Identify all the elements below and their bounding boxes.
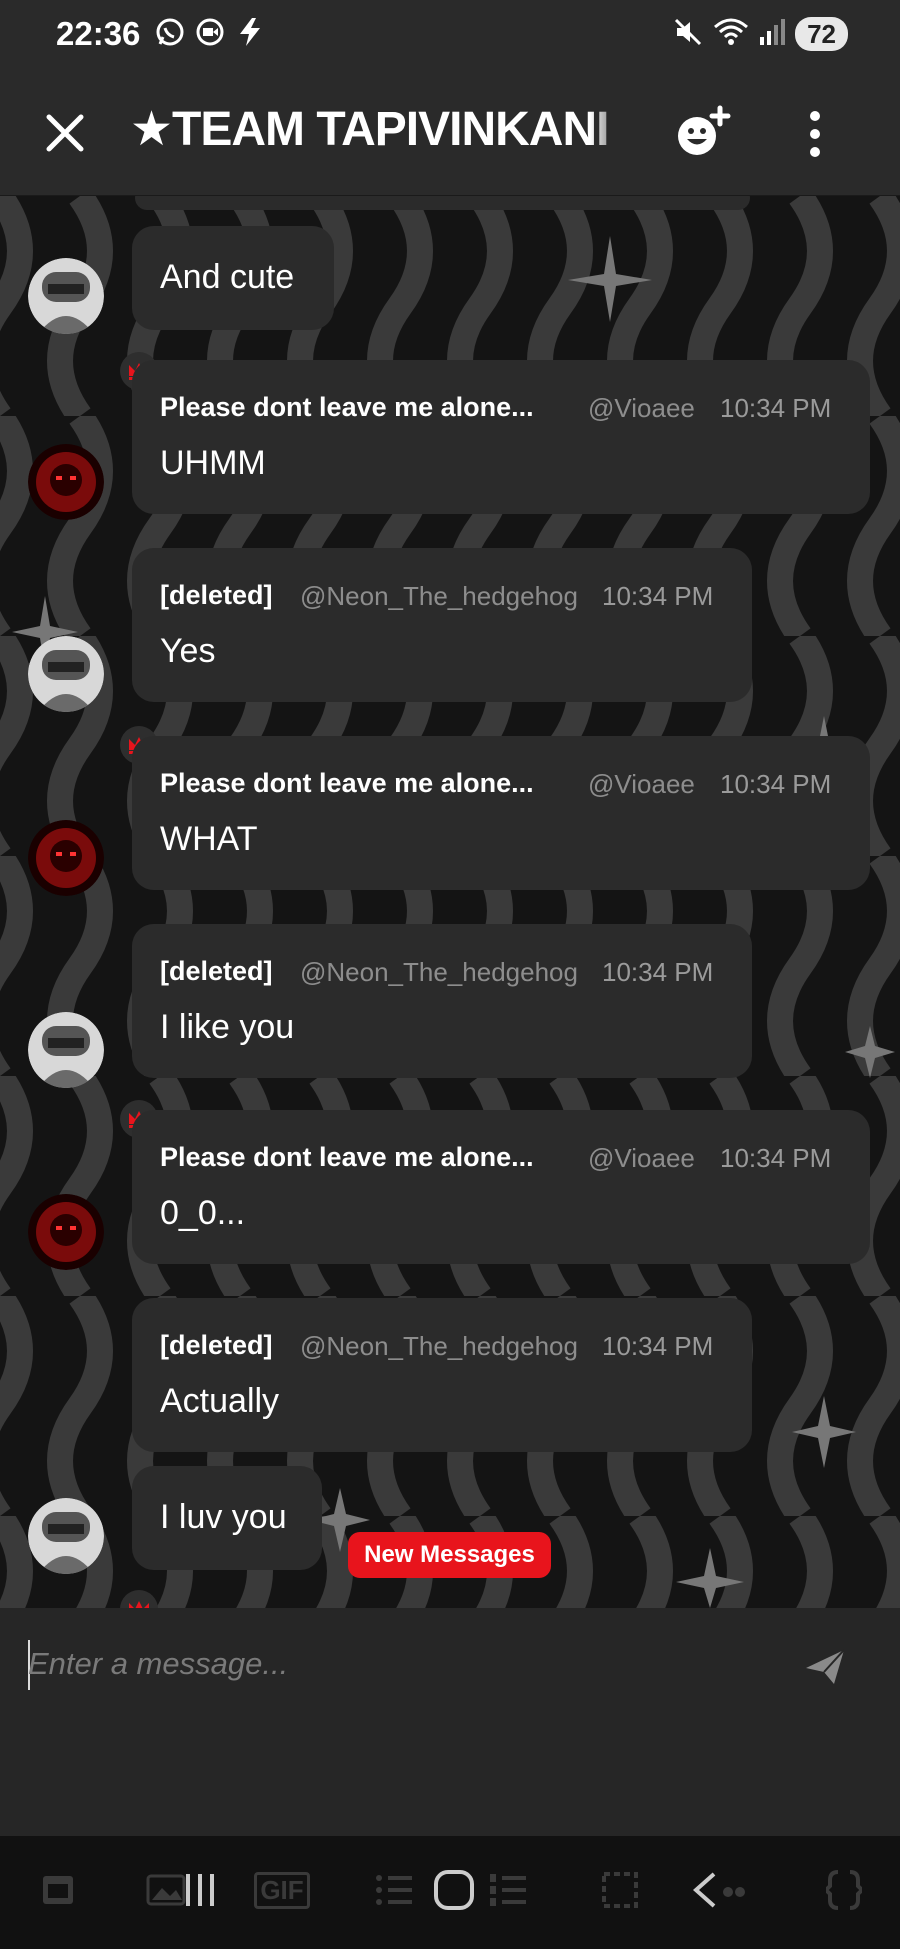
home-icon [434, 1870, 474, 1910]
chat-message-list[interactable]: And cute Please dont leave me alone... @… [0, 196, 900, 1608]
message-text: WHAT [160, 820, 258, 858]
code-block-button[interactable] [824, 1864, 864, 1916]
avatar[interactable] [28, 1012, 104, 1088]
whatsapp-icon [154, 16, 186, 53]
add-member-button[interactable] [672, 104, 732, 164]
message-bubble[interactable]: [deleted] @Neon_The_hedgehog 10:34 PM Ye… [132, 548, 752, 702]
message-author[interactable]: [deleted] [160, 580, 273, 611]
message-text: 0_0... [160, 1194, 246, 1232]
chat-title: ★TEAM TAPIVINKANI [130, 101, 630, 161]
message-author[interactable]: [deleted] [160, 1330, 273, 1361]
spoiler-icon [602, 1872, 638, 1908]
crown-badge [120, 1590, 158, 1608]
bullet-list-button[interactable] [372, 1864, 416, 1916]
chat-header: ★TEAM TAPIVINKANI [0, 68, 900, 196]
message-text: Actually [160, 1382, 280, 1420]
message-handle[interactable]: @Vioaee [588, 393, 694, 424]
message-author[interactable]: [deleted] [160, 956, 273, 987]
sticker-icon [43, 1876, 73, 1904]
message-bubble[interactable]: [deleted] @Neon_The_hedgehog 10:34 PM Ac… [132, 1298, 752, 1452]
send-icon [806, 1649, 845, 1684]
message-author[interactable]: Please dont leave me alone... [160, 392, 534, 423]
numbered-list-icon [490, 1874, 526, 1906]
message-handle[interactable]: @Neon_The_hedgehog [300, 1331, 600, 1362]
sticker-button[interactable] [38, 1864, 78, 1916]
avatar[interactable] [28, 636, 104, 712]
status-bar: 22:36 72 [0, 0, 900, 68]
message-bubble[interactable]: Please dont leave me alone... @Vioaee 10… [132, 1110, 870, 1264]
message-time: 10:34 PM [720, 769, 832, 799]
message-author[interactable]: Please dont leave me alone... [160, 768, 534, 799]
more-vertical-icon [810, 111, 820, 157]
avatar[interactable] [28, 1194, 104, 1270]
chat-title-text: ★TEAM TAPIVINKANI [130, 103, 609, 156]
message-bubble[interactable]: Please dont leave me alone... @Vioaee 10… [132, 360, 870, 514]
message-bubble[interactable]: Please dont leave me alone... @Vioaee 10… [132, 736, 870, 890]
avatar[interactable] [28, 820, 104, 896]
message-handle[interactable]: @Neon_The_hedgehog [300, 581, 600, 612]
home-button[interactable] [432, 1864, 476, 1916]
numbered-list-button[interactable] [486, 1864, 530, 1916]
mute-icon [673, 17, 703, 52]
gif-label: GIF [254, 1871, 310, 1909]
smiley-plus-icon [678, 105, 731, 155]
wifi-icon [713, 17, 749, 52]
signal-icon [759, 17, 786, 52]
message-bubble[interactable]: [deleted] @Neon_The_hedgehog 10:34 PM I … [132, 924, 752, 1078]
message-time: 10:34 PM [602, 1331, 714, 1361]
formatting-toolbar: GIF [0, 1836, 900, 1949]
avatar[interactable] [28, 258, 104, 334]
message-time: 10:34 PM [602, 957, 714, 987]
recent-apps-icon[interactable] [180, 1864, 220, 1916]
message-text: UHMM [160, 444, 266, 482]
status-time: 22:36 [56, 15, 141, 52]
message-bubble[interactable]: I luv you [132, 1466, 322, 1570]
message-time: 10:34 PM [602, 581, 714, 611]
message-text: And cute [160, 258, 295, 296]
message-text: I luv you [160, 1498, 287, 1536]
battery-indicator: 72 [795, 17, 848, 51]
more-options-button[interactable] [800, 104, 830, 164]
message-composer [0, 1608, 900, 1836]
message-time: 10:34 PM [720, 1143, 832, 1173]
message-author[interactable]: Please dont leave me alone... [160, 1142, 534, 1173]
spoiler-button[interactable] [598, 1864, 642, 1916]
message-text: Yes [160, 632, 216, 670]
avatar[interactable] [28, 1498, 104, 1574]
code-braces-icon [826, 1870, 862, 1910]
message-handle[interactable]: @Vioaee [588, 1143, 694, 1174]
video-call-icon [194, 16, 226, 53]
close-button[interactable] [40, 108, 90, 158]
gif-button[interactable]: GIF [254, 1864, 310, 1916]
avatar[interactable] [28, 444, 104, 520]
send-button[interactable] [804, 1646, 848, 1686]
message-handle[interactable]: @Neon_The_hedgehog [300, 957, 600, 988]
message-bubble[interactable]: And cute [132, 226, 334, 330]
message-input[interactable] [28, 1638, 788, 1690]
crown-icon [129, 1601, 149, 1608]
message-time: 10:34 PM [720, 393, 832, 423]
back-button[interactable] [690, 1864, 750, 1916]
flash-icon [234, 16, 266, 53]
close-icon [46, 114, 84, 152]
message-handle[interactable]: @Vioaee [588, 769, 694, 800]
message-text: I like you [160, 1008, 295, 1046]
new-messages-button[interactable]: New Messages [348, 1532, 551, 1578]
back-quote-icon [692, 1872, 745, 1908]
bullet-list-icon [376, 1875, 412, 1905]
